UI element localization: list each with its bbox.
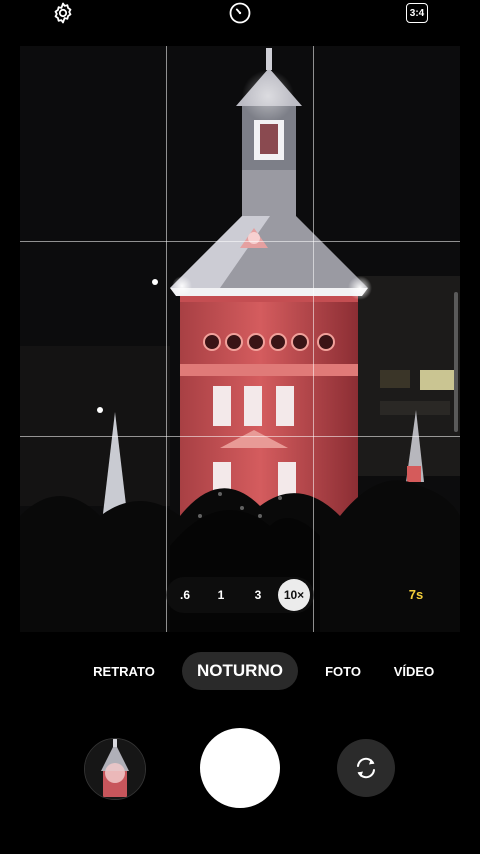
camera-viewfinder[interactable] [20,46,460,632]
gallery-thumbnail-image [85,739,145,799]
zoom-0-6-button[interactable]: .6 [169,579,201,611]
zoom-10-button[interactable]: 10× [278,579,310,611]
gear-icon [54,2,72,24]
grid-line-vertical-2 [313,46,314,632]
switch-camera-icon [357,757,375,779]
edge-panel-handle[interactable] [454,292,458,432]
grid-line-vertical-1 [166,46,167,632]
shutter-button[interactable] [200,728,280,808]
camera-mode-selector: RETRATO NOTURNO FOTO VÍDEO [0,652,480,690]
mode-foto[interactable]: FOTO [318,652,368,690]
zoom-3-button[interactable]: 3 [242,579,274,611]
mode-retrato[interactable]: RETRATO [88,652,160,690]
top-bar: 3:4 [0,0,480,40]
timer-icon [229,2,251,24]
zoom-selector: .6 1 3 10× [166,577,314,613]
settings-button[interactable] [49,0,77,26]
mode-video[interactable]: VÍDEO [388,652,440,690]
aspect-ratio-button[interactable]: 3:4 [403,0,431,26]
mode-noturno[interactable]: NOTURNO [182,652,298,690]
camera-preview-image [20,46,460,632]
aspect-ratio-label: 3:4 [406,3,428,23]
timer-button[interactable] [226,0,254,26]
grid-line-horizontal-2 [20,436,460,437]
night-exposure-time[interactable]: 7s [400,587,432,605]
grid-line-horizontal-1 [20,241,460,242]
zoom-1-button[interactable]: 1 [205,579,237,611]
switch-camera-button[interactable] [337,739,395,797]
gallery-thumbnail[interactable] [84,738,146,800]
